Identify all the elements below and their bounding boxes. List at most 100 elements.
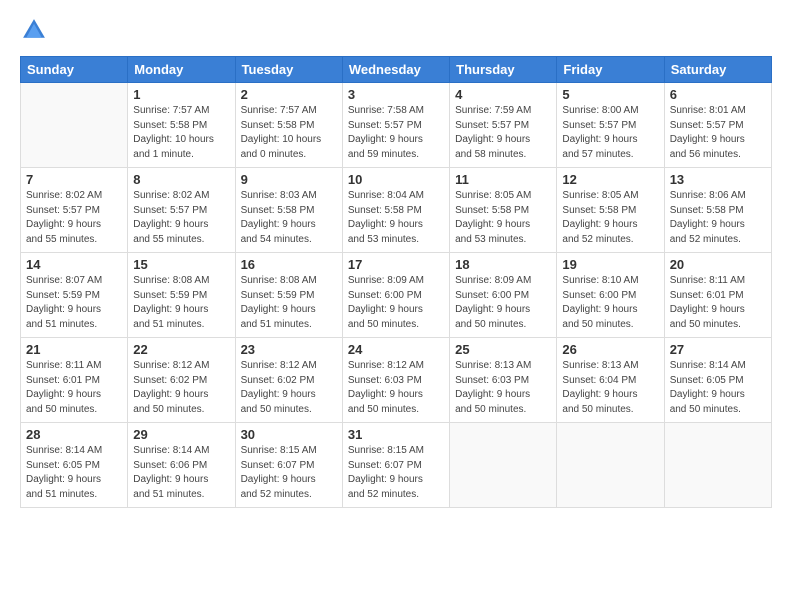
day-number: 9 <box>241 172 337 187</box>
day-info: Sunrise: 8:08 AM Sunset: 5:59 PM Dayligh… <box>133 274 229 332</box>
day-info: Sunrise: 8:13 AM Sunset: 6:03 PM Dayligh… <box>455 359 551 417</box>
calendar-table: SundayMondayTuesdayWednesdayThursdayFrid… <box>20 56 772 508</box>
day-info: Sunrise: 8:06 AM Sunset: 5:58 PM Dayligh… <box>670 189 766 247</box>
calendar-week-row: 21Sunrise: 8:11 AM Sunset: 6:01 PM Dayli… <box>21 338 772 423</box>
calendar-cell: 27 Sunrise: 8:14 AM Sunset: 6:05 PM Dayli… <box>664 338 771 423</box>
day-number: 1 <box>133 87 229 102</box>
header <box>20 16 772 44</box>
calendar-cell <box>664 423 771 508</box>
calendar-cell: 31 Sunrise: 8:15 AM Sunset: 6:07 PM Dayli… <box>342 423 449 508</box>
day-number: 10 <box>348 172 444 187</box>
calendar-cell: 2 Sunrise: 7:57 AM Sunset: 5:58 PM Daylig… <box>235 83 342 168</box>
day-info: Sunrise: 8:00 AM Sunset: 5:57 PM Dayligh… <box>562 104 658 162</box>
calendar-cell: 21Sunrise: 8:11 AM Sunset: 6:01 PM Dayli… <box>21 338 128 423</box>
day-number: 7 <box>26 172 122 187</box>
day-number: 22 <box>133 342 229 357</box>
day-number: 21 <box>26 342 122 357</box>
day-number: 12 <box>562 172 658 187</box>
day-number: 8 <box>133 172 229 187</box>
calendar-cell: 7 Sunrise: 8:02 AM Sunset: 5:57 PM Daylig… <box>21 168 128 253</box>
day-info: Sunrise: 8:05 AM Sunset: 5:58 PM Dayligh… <box>562 189 658 247</box>
logo-icon <box>20 16 48 44</box>
calendar-week-row: 1 Sunrise: 7:57 AM Sunset: 5:58 PM Daylig… <box>21 83 772 168</box>
calendar-cell: 6 Sunrise: 8:01 AM Sunset: 5:57 PM Daylig… <box>664 83 771 168</box>
day-info: Sunrise: 8:12 AM Sunset: 6:03 PM Dayligh… <box>348 359 444 417</box>
day-number: 18 <box>455 257 551 272</box>
day-header: Friday <box>557 57 664 83</box>
day-info: Sunrise: 8:09 AM Sunset: 6:00 PM Dayligh… <box>348 274 444 332</box>
day-number: 25 <box>455 342 551 357</box>
calendar-header-row: SundayMondayTuesdayWednesdayThursdayFrid… <box>21 57 772 83</box>
day-info: Sunrise: 7:59 AM Sunset: 5:57 PM Dayligh… <box>455 104 551 162</box>
day-number: 20 <box>670 257 766 272</box>
calendar-cell: 13 Sunrise: 8:06 AM Sunset: 5:58 PM Dayli… <box>664 168 771 253</box>
day-number: 27 <box>670 342 766 357</box>
calendar-cell: 15 Sunrise: 8:08 AM Sunset: 5:59 PM Dayli… <box>128 253 235 338</box>
day-number: 23 <box>241 342 337 357</box>
day-info: Sunrise: 7:57 AM Sunset: 5:58 PM Dayligh… <box>133 104 229 162</box>
day-info: Sunrise: 8:07 AM Sunset: 5:59 PM Dayligh… <box>26 274 122 332</box>
day-number: 15 <box>133 257 229 272</box>
day-number: 13 <box>670 172 766 187</box>
day-header: Wednesday <box>342 57 449 83</box>
day-info: Sunrise: 8:05 AM Sunset: 5:58 PM Dayligh… <box>455 189 551 247</box>
day-number: 4 <box>455 87 551 102</box>
calendar-cell: 3 Sunrise: 7:58 AM Sunset: 5:57 PM Daylig… <box>342 83 449 168</box>
calendar-week-row: 14 Sunrise: 8:07 AM Sunset: 5:59 PM Dayli… <box>21 253 772 338</box>
day-number: 28 <box>26 427 122 442</box>
calendar-cell: 29Sunrise: 8:14 AM Sunset: 6:06 PM Dayli… <box>128 423 235 508</box>
day-number: 11 <box>455 172 551 187</box>
calendar-cell <box>450 423 557 508</box>
calendar-cell: 26Sunrise: 8:13 AM Sunset: 6:04 PM Dayli… <box>557 338 664 423</box>
day-info: Sunrise: 8:12 AM Sunset: 6:02 PM Dayligh… <box>241 359 337 417</box>
page: SundayMondayTuesdayWednesdayThursdayFrid… <box>0 0 792 612</box>
day-info: Sunrise: 8:15 AM Sunset: 6:07 PM Dayligh… <box>241 444 337 502</box>
day-info: Sunrise: 7:58 AM Sunset: 5:57 PM Dayligh… <box>348 104 444 162</box>
day-info: Sunrise: 8:12 AM Sunset: 6:02 PM Dayligh… <box>133 359 229 417</box>
day-info: Sunrise: 8:01 AM Sunset: 5:57 PM Dayligh… <box>670 104 766 162</box>
calendar-cell: 10 Sunrise: 8:04 AM Sunset: 5:58 PM Dayli… <box>342 168 449 253</box>
day-info: Sunrise: 8:14 AM Sunset: 6:05 PM Dayligh… <box>26 444 122 502</box>
day-header: Monday <box>128 57 235 83</box>
calendar-cell: 18 Sunrise: 8:09 AM Sunset: 6:00 PM Dayli… <box>450 253 557 338</box>
calendar-cell <box>557 423 664 508</box>
day-info: Sunrise: 8:02 AM Sunset: 5:57 PM Dayligh… <box>26 189 122 247</box>
day-number: 19 <box>562 257 658 272</box>
day-info: Sunrise: 8:02 AM Sunset: 5:57 PM Dayligh… <box>133 189 229 247</box>
calendar-cell: 22 Sunrise: 8:12 AM Sunset: 6:02 PM Dayli… <box>128 338 235 423</box>
calendar-cell: 5Sunrise: 8:00 AM Sunset: 5:57 PM Daylig… <box>557 83 664 168</box>
calendar-cell: 24 Sunrise: 8:12 AM Sunset: 6:03 PM Dayli… <box>342 338 449 423</box>
calendar-cell: 9 Sunrise: 8:03 AM Sunset: 5:58 PM Daylig… <box>235 168 342 253</box>
calendar-cell: 19 Sunrise: 8:10 AM Sunset: 6:00 PM Dayli… <box>557 253 664 338</box>
day-info: Sunrise: 8:04 AM Sunset: 5:58 PM Dayligh… <box>348 189 444 247</box>
calendar-cell: 8 Sunrise: 8:02 AM Sunset: 5:57 PM Daylig… <box>128 168 235 253</box>
calendar-cell: 4 Sunrise: 7:59 AM Sunset: 5:57 PM Daylig… <box>450 83 557 168</box>
day-header: Saturday <box>664 57 771 83</box>
day-info: Sunrise: 8:14 AM Sunset: 6:06 PM Dayligh… <box>133 444 229 502</box>
day-info: Sunrise: 8:15 AM Sunset: 6:07 PM Dayligh… <box>348 444 444 502</box>
day-header: Thursday <box>450 57 557 83</box>
day-info: Sunrise: 8:08 AM Sunset: 5:59 PM Dayligh… <box>241 274 337 332</box>
day-info: Sunrise: 8:13 AM Sunset: 6:04 PM Dayligh… <box>562 359 658 417</box>
calendar-cell <box>21 83 128 168</box>
calendar-cell: 11 Sunrise: 8:05 AM Sunset: 5:58 PM Dayli… <box>450 168 557 253</box>
day-info: Sunrise: 7:57 AM Sunset: 5:58 PM Dayligh… <box>241 104 337 162</box>
day-info: Sunrise: 8:14 AM Sunset: 6:05 PM Dayligh… <box>670 359 766 417</box>
calendar-cell: 20 Sunrise: 8:11 AM Sunset: 6:01 PM Dayli… <box>664 253 771 338</box>
day-number: 6 <box>670 87 766 102</box>
day-info: Sunrise: 8:11 AM Sunset: 6:01 PM Dayligh… <box>670 274 766 332</box>
day-number: 24 <box>348 342 444 357</box>
day-number: 14 <box>26 257 122 272</box>
logo <box>20 16 52 44</box>
day-info: Sunrise: 8:09 AM Sunset: 6:00 PM Dayligh… <box>455 274 551 332</box>
day-info: Sunrise: 8:03 AM Sunset: 5:58 PM Dayligh… <box>241 189 337 247</box>
calendar-cell: 16Sunrise: 8:08 AM Sunset: 5:59 PM Dayli… <box>235 253 342 338</box>
calendar-cell: 25 Sunrise: 8:13 AM Sunset: 6:03 PM Dayli… <box>450 338 557 423</box>
day-info: Sunrise: 8:10 AM Sunset: 6:00 PM Dayligh… <box>562 274 658 332</box>
day-number: 3 <box>348 87 444 102</box>
calendar-cell: 1 Sunrise: 7:57 AM Sunset: 5:58 PM Daylig… <box>128 83 235 168</box>
calendar-cell: 17 Sunrise: 8:09 AM Sunset: 6:00 PM Dayli… <box>342 253 449 338</box>
day-number: 17 <box>348 257 444 272</box>
day-number: 2 <box>241 87 337 102</box>
day-number: 31 <box>348 427 444 442</box>
